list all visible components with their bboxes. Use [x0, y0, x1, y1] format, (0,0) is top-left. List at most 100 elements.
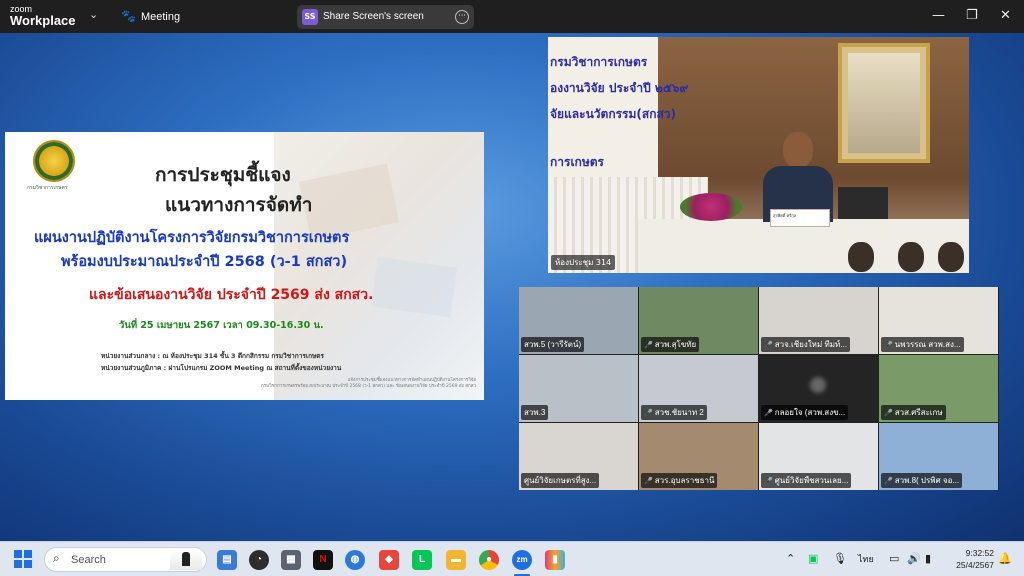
clock-date: 25/4/2567: [956, 560, 994, 570]
more-options-icon[interactable]: ···: [455, 10, 469, 24]
shared-slide: กรมวิชาการเกษตร การประชุมชี้แจง แนวทางกา…: [5, 132, 484, 400]
muted-mic-icon: 🎤: [644, 410, 653, 417]
slide-footer-line2: กรมวิชาการเกษตรพร้อมงบประมาณ ประจำปี 256…: [260, 384, 476, 389]
calculator-icon[interactable]: ▦: [281, 550, 301, 570]
monitor-icon[interactable]: ▭: [889, 552, 899, 565]
share-avatar-badge: SS: [302, 9, 318, 25]
muted-mic-icon: 🎤: [644, 342, 653, 349]
speaker-video-label: ห้องประชุม 314: [551, 255, 616, 270]
windows-taskbar: ⌕ Search ▤ ◔ ▦ N ◍ ◆ L ▬ ● zm ▮ ⌃ ▣ 🎙 ไท…: [0, 541, 1024, 576]
netflix-icon[interactable]: N: [313, 550, 333, 570]
muted-mic-icon: 🎤: [764, 410, 773, 417]
participant-name-label: สวพ.3: [521, 405, 549, 420]
clock-time: 9:32:52: [965, 548, 994, 558]
volume-icon[interactable]: 🔊: [907, 552, 921, 565]
minimize-button[interactable]: —: [932, 8, 945, 23]
zoom-workplace-logo: zoom Workplace: [10, 4, 76, 27]
globe-icon[interactable]: ◍: [345, 550, 365, 570]
meeting-label: Meeting: [140, 11, 181, 23]
participant-name: สวร.อุบลราชธานี: [654, 476, 715, 485]
participant-name: สวส.ศรีสะเกษ: [894, 408, 943, 417]
speedometer-icon[interactable]: ◔: [249, 550, 269, 570]
participant-name: สวพ.8( ปรพิศ จอ...: [894, 476, 960, 485]
participant-name-label: 🎤 สวช.ชัยนาท 2: [641, 405, 707, 420]
anydesk-icon[interactable]: ◆: [379, 550, 399, 570]
participant-name-label: 🎤 สวพ.สุโขทัย: [641, 337, 700, 352]
muted-mic-icon: 🎤: [764, 478, 773, 485]
banner-line1: กรมวิชาการเกษตร: [550, 55, 648, 69]
participant-tile[interactable]: สวพ.3: [519, 355, 638, 422]
participant-name: สวพ.5 (วารีรัตน์): [524, 340, 582, 349]
participant-tile[interactable]: 🎤 สวส.ศรีสะเกษ: [879, 355, 998, 422]
muted-mic-icon: 🎤: [764, 342, 773, 349]
participant-tile[interactable]: สวพ.5 (วารีรัตน์): [519, 287, 638, 354]
participant-tile[interactable]: 🎤 สวร.อุบลราชธานี: [639, 423, 758, 490]
taskbar-search-box[interactable]: ⌕ Search: [44, 547, 207, 572]
search-placeholder: Search: [71, 554, 106, 566]
laptop: [838, 187, 888, 219]
participant-name: กลอยใจ (สวพ.สงข...: [774, 408, 846, 417]
participant-tile[interactable]: ศูนย์วิจัยเกษตรที่สูง...: [519, 423, 638, 490]
system-clock[interactable]: 9:32:52 25/4/2567: [954, 547, 994, 571]
close-button[interactable]: ✕: [1000, 8, 1011, 23]
participant-name: นพวรรณ สวพ.สง...: [894, 340, 961, 349]
participant-name-label: ศูนย์วิจัยเกษตรที่สูง...: [521, 473, 600, 488]
participant-name-label: 🎤 สวจ.เชียงใหม่ ทีมท์...: [761, 337, 850, 352]
zoom-title-bar: zoom Workplace ⌄ 🐾 Meeting SS Share Scree…: [0, 0, 1024, 33]
line-tray-icon[interactable]: ▣: [808, 552, 818, 565]
flower-arrangement: [680, 193, 742, 221]
slide-proposal-line: และข้อเสนองานวิจัย ประจำปี 2569 ส่ง สกสว…: [89, 287, 374, 303]
muted-mic-icon: 🎤: [884, 342, 893, 349]
restore-button[interactable]: ❐: [966, 8, 978, 23]
slide-regional-line: หน่วยงานส่วนภูมิภาค : ผ่านโปรแกรม ZOOM M…: [101, 364, 342, 372]
zoom-app-icon[interactable]: zm: [512, 550, 532, 570]
slide-central-line: หน่วยงานส่วนกลาง : ณ ห้องประชุม 314 ชั้น…: [101, 352, 325, 360]
windows-start-icon[interactable]: [14, 550, 32, 568]
share-screen-label: Share Screen's screen: [323, 11, 424, 22]
banner-line2: องงานวิจัย ประจำปี ๒๕๖๙: [550, 81, 689, 95]
colorful-app-icon[interactable]: ▮: [545, 550, 565, 570]
avatar: [810, 377, 826, 393]
slide-date-line: วันที่ 25 เมษายน 2567 เวลา 09.30-16.30 น…: [119, 320, 324, 331]
participant-tile[interactable]: 🎤 นพวรรณ สวพ.สง...: [879, 287, 998, 354]
chevron-down-icon[interactable]: ⌄: [89, 8, 98, 21]
participant-name-label: 🎤 สวส.ศรีสะเกษ: [881, 405, 946, 420]
notification-bell-icon[interactable]: 🔔: [998, 552, 1012, 565]
participant-tile[interactable]: 🎤 สวพ.8( ปรพิศ จอ...: [879, 423, 998, 490]
participant-gallery: สวพ.5 (วารีรัตน์) 🎤 สวพ.สุโขทัย 🎤 สวจ.เชียงใ…: [519, 287, 999, 490]
meeting-canvas: กรมวิชาการเกษตร การประชุมชี้แจง แนวทางกา…: [0, 33, 1024, 541]
emblem-caption: กรมวิชาการเกษตร: [27, 185, 68, 191]
chrome-icon[interactable]: ●: [479, 550, 499, 570]
participant-name-label: 🎤 สวพ.8( ปรพิศ จอ...: [881, 473, 963, 488]
department-emblem-icon: [33, 140, 75, 182]
participant-tile[interactable]: 🎤 สวพ.สุโขทัย: [639, 287, 758, 354]
battery-icon[interactable]: ▮: [925, 552, 931, 565]
participant-name-label: 🎤 กลอยใจ (สวพ.สงข...: [761, 405, 849, 420]
participant-tile[interactable]: 🎤 ศูนย์วิจัยพืชสวนเลย...: [759, 423, 878, 490]
slide-title-line1: การประชุมชี้แจง: [155, 164, 291, 186]
participant-name: สวพ.3: [524, 408, 546, 417]
chevron-up-icon[interactable]: ⌃: [786, 552, 795, 565]
participant-name-label: 🎤 ศูนย์วิจัยพืชสวนเลย...: [761, 473, 852, 488]
share-screen-pill[interactable]: SS Share Screen's screen ···: [297, 5, 474, 29]
muted-mic-icon: 🎤: [644, 478, 653, 485]
language-indicator[interactable]: ไทย: [858, 552, 874, 566]
participant-tile[interactable]: 🎤 สวช.ชัยนาท 2: [639, 355, 758, 422]
participant-name: สวช.ชัยนาท 2: [654, 408, 704, 417]
slide-title-line2: แนวทางการจัดทำ: [165, 194, 313, 216]
muted-mic-icon: 🎤: [884, 410, 893, 417]
participant-tile[interactable]: 🎤 สวจ.เชียงใหม่ ทีมท์...: [759, 287, 878, 354]
meeting-menu[interactable]: 🐾 Meeting: [121, 9, 180, 23]
task-view-icon[interactable]: ▤: [217, 550, 237, 570]
participant-name-label: สวพ.5 (วารีรัตน์): [521, 337, 585, 352]
royal-portrait: [838, 43, 930, 163]
microphone-icon[interactable]: 🎙: [833, 552, 847, 565]
paw-icon: 🐾: [121, 9, 136, 23]
banner-line4: การเกษตร: [550, 155, 604, 169]
line-app-icon[interactable]: L: [412, 550, 432, 570]
speaker-video[interactable]: กรมวิชาการเกษตร องงานวิจัย ประจำปี ๒๕๖๙ …: [548, 37, 969, 273]
slide-plan-line1: แผนงานปฏิบัติงานโครงการวิจัยกรมวิชาการเก…: [34, 230, 350, 246]
participant-tile[interactable]: 🎤 กลอยใจ (สวพ.สงข...: [759, 355, 878, 422]
search-highlight-image: [170, 550, 202, 570]
file-explorer-icon[interactable]: ▬: [446, 550, 466, 570]
